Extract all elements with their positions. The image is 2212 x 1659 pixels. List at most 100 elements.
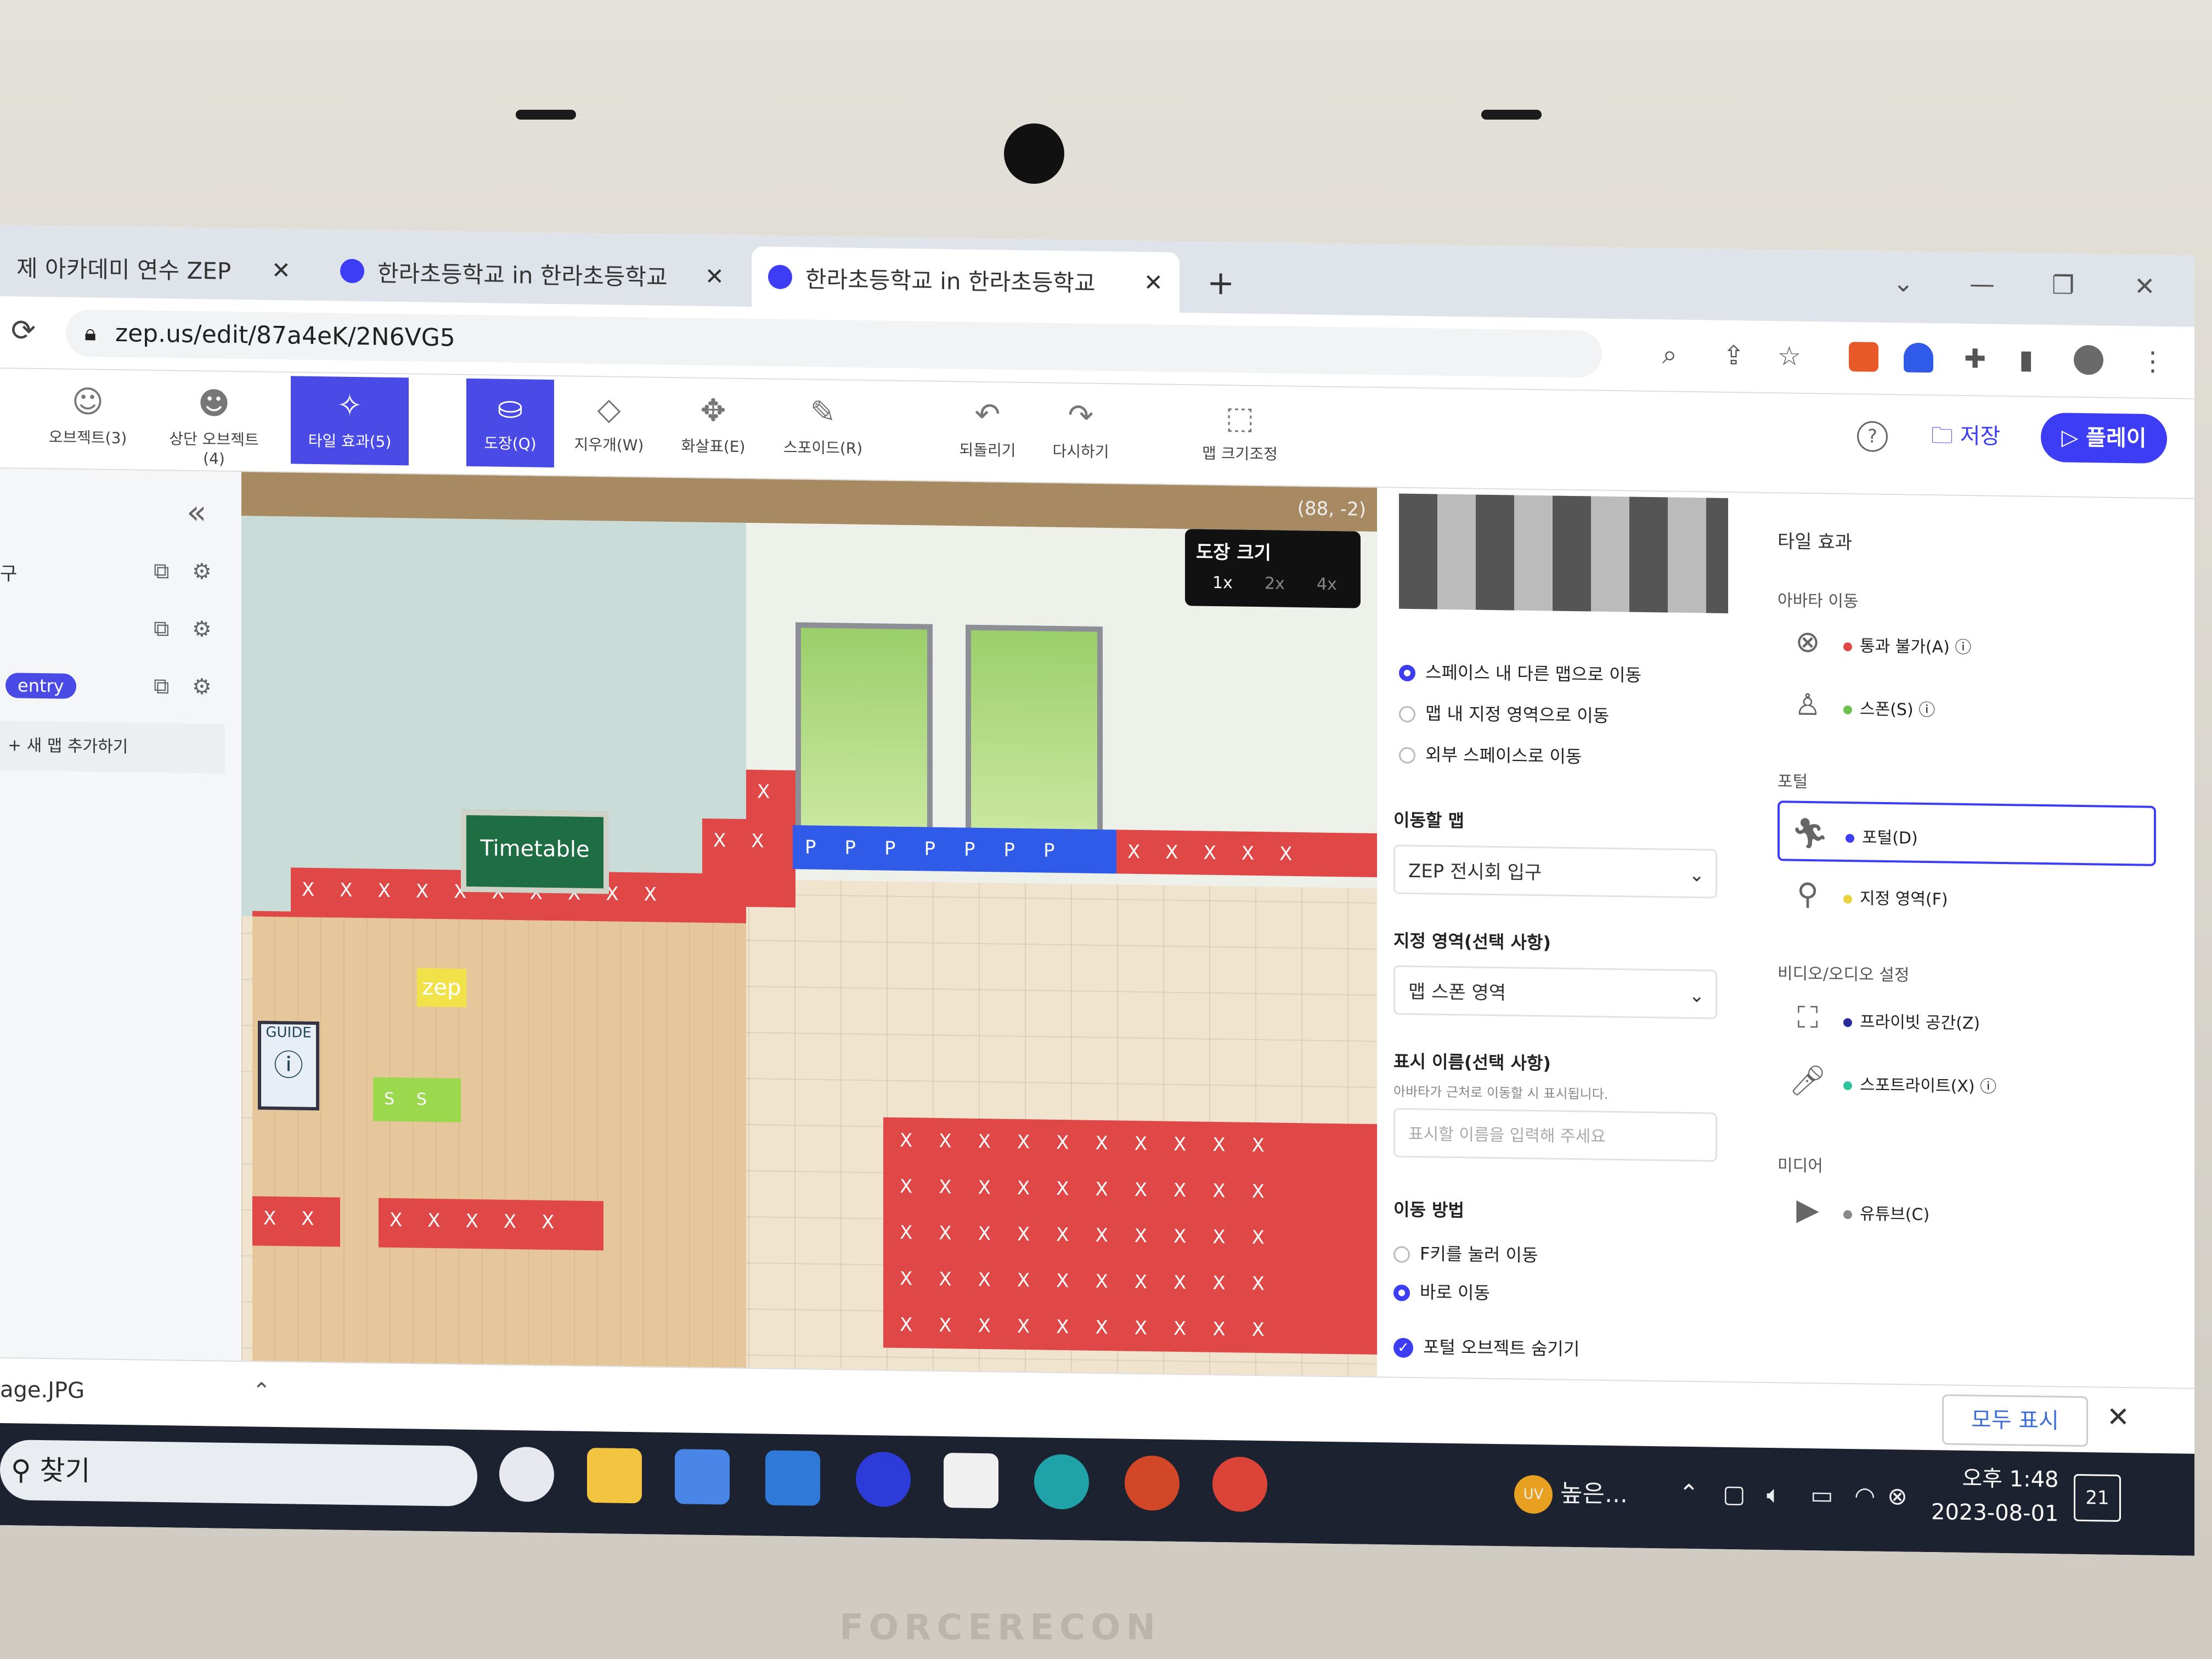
download-file-name[interactable]: age.JPG [0,1377,84,1403]
notification-center-icon[interactable]: 21 [2074,1474,2121,1522]
help-icon[interactable]: ⓘ [1918,701,1935,720]
help-icon[interactable]: ⓘ [1955,638,1971,657]
tool-map-resize[interactable]: ⬚ 맵 크기조정 [1185,388,1295,478]
browser-tab[interactable]: 한라초등학교 in 한라초등학교 ✕ [324,240,741,307]
help-icon[interactable]: ⓘ [1980,1077,1996,1096]
profile-avatar[interactable] [2074,345,2103,375]
gear-icon[interactable]: ⚙ [192,559,212,585]
laptop-brand: FORCERECON [839,1607,1161,1648]
weather-widget[interactable]: UV 높은... [1514,1473,1628,1515]
powerpoint-icon[interactable] [1125,1455,1180,1511]
effect-portal[interactable]: 🏃︎ 포털(D) [1778,800,2156,866]
blocked-icon: ⊗ [1795,624,1820,659]
show-all-button[interactable]: 모두 표시 [1942,1394,2088,1447]
mail-icon[interactable] [765,1450,820,1506]
photos-icon[interactable] [944,1453,998,1509]
effect-designated-area[interactable]: ⚲ 지정 영역(F) [1778,864,2156,929]
radio-press-f[interactable]: F키를 눌러 이동 [1393,1239,1538,1267]
chevron-up-icon[interactable]: ⌃ [252,1378,271,1403]
reload-icon[interactable]: ⟳ [11,313,36,348]
tab-title: 한라초등학교 in 한라초등학교 [805,265,1096,297]
stamp-size-4x[interactable]: 4x [1317,575,1337,595]
file-explorer-icon[interactable] [587,1447,642,1504]
extensions-puzzle-icon[interactable]: ✚ [1964,343,1986,375]
tool-stamp[interactable]: ⛀ 도장(Q) [466,378,554,468]
minimize-icon[interactable]: — [1970,269,1995,299]
collapse-panel-icon[interactable]: « [187,493,207,532]
browser-menu-icon[interactable]: ⋮ [2140,346,2166,377]
radio-move-external[interactable]: 외부 스페이스로 이동 [1399,741,1582,769]
map-list-item[interactable]: ⧉ ⚙ [0,603,230,656]
radio-move-other-map[interactable]: 스페이스 내 다른 맵으로 이동 [1399,658,1641,687]
save-button[interactable]: 🗀 저장 [1931,417,2000,458]
effect-blocked[interactable]: ⊗ 통과 불가(A) ⓘ [1778,611,2156,677]
chrome-icon[interactable] [1212,1456,1267,1513]
close-window-icon[interactable]: ✕ [2134,271,2155,301]
copy-icon[interactable]: ⧉ [154,558,170,584]
zoom-icon[interactable] [856,1451,911,1508]
bookmark-star-icon[interactable]: ☆ [1778,341,1801,372]
add-map-button[interactable]: + 새 맵 추가하기 [0,721,225,774]
tab-close-icon[interactable]: ✕ [1144,269,1163,296]
taskbar-clock[interactable]: 오후 1:48 2023-08-01 [1931,1461,2058,1531]
tab-close-icon[interactable]: ✕ [705,262,724,289]
map-list-item-entry[interactable]: entry ⧉ ⚙ [0,661,230,713]
battery-icon[interactable]: ▭ [1810,1481,1833,1510]
tab-title: 한라초등학교 in 한라초등학교 [377,259,668,291]
gear-icon[interactable]: ⚙ [192,674,212,700]
radio-instant[interactable]: 바로 이동 [1393,1278,1490,1304]
close-download-bar-icon[interactable]: ✕ [2107,1401,2130,1434]
wifi-icon[interactable]: ◠ [1854,1482,1875,1510]
help-icon[interactable]: ? [1857,421,1888,453]
share-icon[interactable]: ⇪ [1723,340,1745,371]
taskbar-search[interactable]: ⚲ 찾기 [0,1440,477,1507]
no-network-icon[interactable]: ⊗ [1887,1482,1908,1511]
tool-redo[interactable]: ↷ 다시하기 [1026,386,1136,476]
target-map-select[interactable]: ZEP 전시회 입구 ⌄ [1393,844,1717,899]
effect-label: 유튜브(C) [1860,1204,1930,1225]
tool-eyedropper[interactable]: ✎ 스포이드(R) [768,383,878,472]
tool-arrow[interactable]: ✥ 화살표(E) [658,381,768,471]
restore-icon[interactable]: ❐ [2052,270,2074,300]
volume-icon[interactable]: 🔈︎ [1767,1481,1781,1509]
extension-ex-icon[interactable] [1849,342,1878,372]
hide-portal-checkbox[interactable]: ✓ 포털 오브젝트 숨기기 [1393,1333,1579,1361]
tool-tile-effect[interactable]: ✧ 타일 효과(5) [291,376,409,466]
new-tab-button[interactable]: + [1207,264,1234,303]
spawn-icon: ♙ [1794,687,1821,723]
meet-icon[interactable]: ▢ [1723,1480,1746,1509]
spotlight-icon: 🎤︎ [1788,1063,1827,1098]
extension-shield-icon[interactable] [1904,342,1933,373]
ms-store-icon[interactable] [675,1449,730,1505]
blocked-tiles: XXXXX [1116,830,1377,878]
tab-close-icon[interactable]: ✕ [272,256,291,283]
display-name-input[interactable]: 표시할 이름을 입력해 주세요 [1393,1108,1717,1162]
tool-object[interactable]: ☺ 오브젝트(3) [33,373,143,462]
effect-spawn[interactable]: ♙ 스폰(S) ⓘ [1778,674,2156,740]
copy-icon[interactable]: ⧉ [154,674,170,699]
area-select[interactable]: 맵 스폰 영역 ⌄ [1393,965,1717,1019]
browser-tab-active[interactable]: 한라초등학교 in 한라초등학교 ✕ [752,246,1180,313]
tool-eraser[interactable]: ◇ 지우개(W) [554,380,664,469]
itunes-icon[interactable] [499,1446,554,1503]
stamp-size-2x[interactable]: 2x [1265,574,1285,594]
copy-icon[interactable]: ⧉ [154,616,170,641]
side-panel-icon[interactable]: ▮ [2019,344,2033,375]
radio-move-area[interactable]: 맵 내 지정 영역으로 이동 [1399,699,1609,727]
map-list-item[interactable]: 구 ⧉ ⚙ [0,545,230,598]
tab-search-icon[interactable]: ⌄ [1893,268,1914,298]
stamp-size-1x[interactable]: 1x [1212,573,1233,593]
effect-private-space[interactable]: ⛶ 프라이빗 공간(Z) [1778,987,2156,1053]
effect-spotlight[interactable]: 🎤︎ 스포트라이트(X) ⓘ [1778,1050,2156,1116]
tray-chevron-icon[interactable]: ⌃ [1679,1480,1699,1508]
edge-icon[interactable] [1034,1454,1089,1510]
url-field[interactable]: 🔒︎ zep.us/edit/87a4eK/2N6VG5 [66,309,1602,378]
effect-youtube[interactable]: ▶ 유튜브(C) [1778,1179,2156,1245]
zoom-icon[interactable]: ⌕ [1662,339,1677,370]
tool-top-object[interactable]: ☻ 상단 오브젝트(4) [159,374,269,468]
play-button[interactable]: ▷ 플레이 [2041,412,2167,464]
gear-icon[interactable]: ⚙ [192,617,212,642]
url-text: zep.us/edit/87a4eK/2N6VG5 [115,319,455,352]
browser-tab[interactable]: 제 아카데미 연수 ZEP ✕ [0,236,307,301]
map-canvas[interactable]: (88, -2) X XX XXXXX XXXXXXXXXX XX PPPPPP… [241,472,1377,1377]
